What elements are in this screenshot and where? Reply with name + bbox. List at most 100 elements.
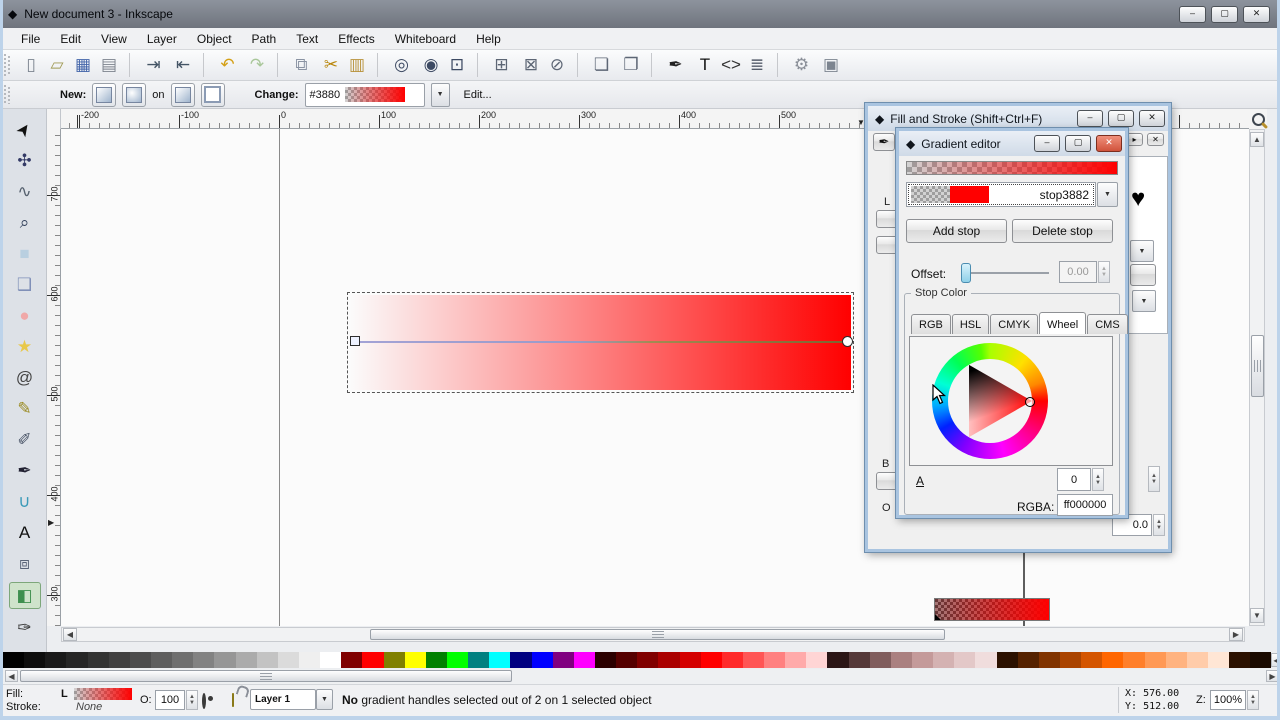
calligraphy-tool[interactable]: ✒ xyxy=(10,458,40,483)
horizontal-scrollbar[interactable]: ◀ ▶ xyxy=(61,627,1245,642)
save-icon[interactable]: ▦ xyxy=(70,53,96,77)
palette-swatch[interactable] xyxy=(66,652,88,668)
palette-swatch[interactable] xyxy=(108,652,130,668)
palette-swatch[interactable] xyxy=(256,652,278,668)
tab-wheel[interactable]: Wheel xyxy=(1039,312,1087,334)
color-wheel-marker[interactable] xyxy=(1025,397,1035,407)
palette-swatch[interactable] xyxy=(616,652,638,668)
palette-swatch[interactable] xyxy=(1165,652,1187,668)
layer-lock-icon[interactable] xyxy=(232,693,234,707)
zoom-spinbox[interactable]: 100% xyxy=(1210,690,1246,710)
palette-swatch[interactable] xyxy=(362,652,384,668)
copy-icon[interactable]: ⧉ xyxy=(277,53,318,77)
zoom-selection-icon[interactable]: ◎ xyxy=(377,53,418,77)
palette-swatch[interactable] xyxy=(764,652,786,668)
fill-tab-icon[interactable]: ✒ xyxy=(873,133,895,151)
palette-swatch[interactable] xyxy=(785,652,807,668)
palette-swatch[interactable] xyxy=(172,652,194,668)
gradient-tool[interactable]: ◧ xyxy=(8,582,41,609)
palette-swatch[interactable] xyxy=(594,652,617,668)
palette-swatch[interactable] xyxy=(3,652,25,668)
maximize-button[interactable]: ▢ xyxy=(1065,135,1091,152)
palette-swatch[interactable] xyxy=(1144,652,1166,668)
palette-swatch[interactable] xyxy=(425,652,447,668)
vertical-scrollbar[interactable]: ▲ ▼ xyxy=(1249,129,1265,626)
palette-swatch[interactable] xyxy=(531,652,553,668)
palette-swatch[interactable] xyxy=(510,652,532,668)
repeat-dropdown-fragment[interactable] xyxy=(1130,240,1154,262)
vertical-ruler[interactable]: 700 600 500 400 300 xyxy=(47,129,61,626)
text-tool[interactable]: A xyxy=(10,520,40,545)
palette-swatch[interactable] xyxy=(1038,652,1061,668)
palette-swatch[interactable] xyxy=(235,652,257,668)
maximize-button[interactable]: ▢ xyxy=(1108,110,1134,127)
close-button[interactable]: ✕ xyxy=(1096,135,1122,152)
palette-swatch[interactable] xyxy=(869,652,891,668)
menu-item[interactable]: View xyxy=(92,30,136,48)
palette-swatch[interactable] xyxy=(1060,652,1082,668)
palette-swatch[interactable] xyxy=(975,652,997,668)
offset-slider-thumb[interactable] xyxy=(961,263,971,283)
palette-scroll-left[interactable]: ◀ xyxy=(5,670,18,682)
text-dialog-icon[interactable]: T xyxy=(692,53,718,77)
connector-tool[interactable]: ⧈ xyxy=(10,551,40,576)
edit-gradient-button[interactable]: Edit... xyxy=(464,89,492,101)
open-document-icon[interactable]: ▱ xyxy=(44,53,70,77)
alpha-slider[interactable] xyxy=(934,598,1050,621)
palette-swatch[interactable] xyxy=(742,652,765,668)
preferences-icon[interactable]: ⚙ xyxy=(777,53,818,77)
gradient-end-handle[interactable] xyxy=(842,336,853,347)
palette-swatch[interactable] xyxy=(658,652,680,668)
layer-visibility-icon[interactable] xyxy=(202,693,206,709)
dropper-tool[interactable]: ✑ xyxy=(10,615,40,640)
zoom-drawing-icon[interactable]: ◉ xyxy=(418,53,444,77)
print-icon[interactable]: ▤ xyxy=(96,53,122,77)
palette-swatch[interactable] xyxy=(827,652,849,668)
dropdown-fragment[interactable] xyxy=(1132,290,1156,312)
fill-target-button[interactable] xyxy=(170,82,195,107)
maximize-button[interactable]: ▢ xyxy=(1211,5,1238,23)
menu-item[interactable]: Effects xyxy=(329,30,383,48)
stroke-target-button[interactable] xyxy=(200,82,225,107)
star-tool[interactable]: ★ xyxy=(10,334,40,359)
selector-tool[interactable]: ➤ xyxy=(10,117,40,142)
scroll-right-arrow[interactable]: ▶ xyxy=(1229,628,1243,641)
palette-swatch[interactable] xyxy=(912,652,934,668)
zoom-page-icon[interactable]: ⊡ xyxy=(444,53,470,77)
palette-swatch[interactable] xyxy=(24,652,46,668)
gradient-editor-title-bar[interactable]: ◆ Gradient editor – ▢ ✕ xyxy=(899,131,1125,156)
palette-swatch[interactable] xyxy=(933,652,955,668)
pencil-tool[interactable]: ✎ xyxy=(10,396,40,421)
palette-swatch[interactable] xyxy=(446,652,469,668)
zoom-corner-icon[interactable] xyxy=(1251,112,1265,126)
menu-item[interactable]: Path xyxy=(243,30,286,48)
palette-swatch[interactable] xyxy=(129,652,151,668)
palette-swatch[interactable] xyxy=(214,652,236,668)
opacity-spinner-fragment[interactable]: ▲ ▼ xyxy=(1153,514,1165,536)
menu-item[interactable]: Object xyxy=(188,30,241,48)
close-button[interactable]: ✕ xyxy=(1139,110,1165,127)
palette-swatch[interactable] xyxy=(87,652,109,668)
palette-swatch[interactable] xyxy=(573,652,595,668)
radial-gradient-button[interactable] xyxy=(122,82,147,107)
paste-icon[interactable]: ▥ xyxy=(344,53,370,77)
add-stop-button[interactable]: Add stop xyxy=(906,219,1007,243)
redo-icon[interactable]: ↷ xyxy=(244,53,270,77)
import-icon[interactable]: ⇥ xyxy=(129,53,170,77)
palette-swatch[interactable] xyxy=(277,652,299,668)
palette-swatch[interactable] xyxy=(700,652,722,668)
horizontal-scroll-thumb[interactable] xyxy=(370,629,945,640)
palette-swatch[interactable] xyxy=(552,652,574,668)
vertical-scroll-thumb[interactable] xyxy=(1251,335,1264,397)
rectangle-tool[interactable]: ■ xyxy=(10,241,40,266)
export-icon[interactable]: ⇤ xyxy=(170,53,196,77)
palette-swatch[interactable] xyxy=(193,652,215,668)
help-icon[interactable]: ▣ xyxy=(818,53,844,77)
palette-scrollbar[interactable]: ◀ ▶ xyxy=(3,669,1277,684)
tab-hsl[interactable]: HSL xyxy=(951,314,990,334)
offset-slider-track[interactable] xyxy=(961,272,1049,274)
scroll-up-arrow[interactable]: ▲ xyxy=(1250,132,1264,147)
palette-swatch[interactable] xyxy=(468,652,490,668)
rgba-entry[interactable]: ff000000 xyxy=(1057,494,1113,516)
palette-swatch[interactable] xyxy=(637,652,659,668)
